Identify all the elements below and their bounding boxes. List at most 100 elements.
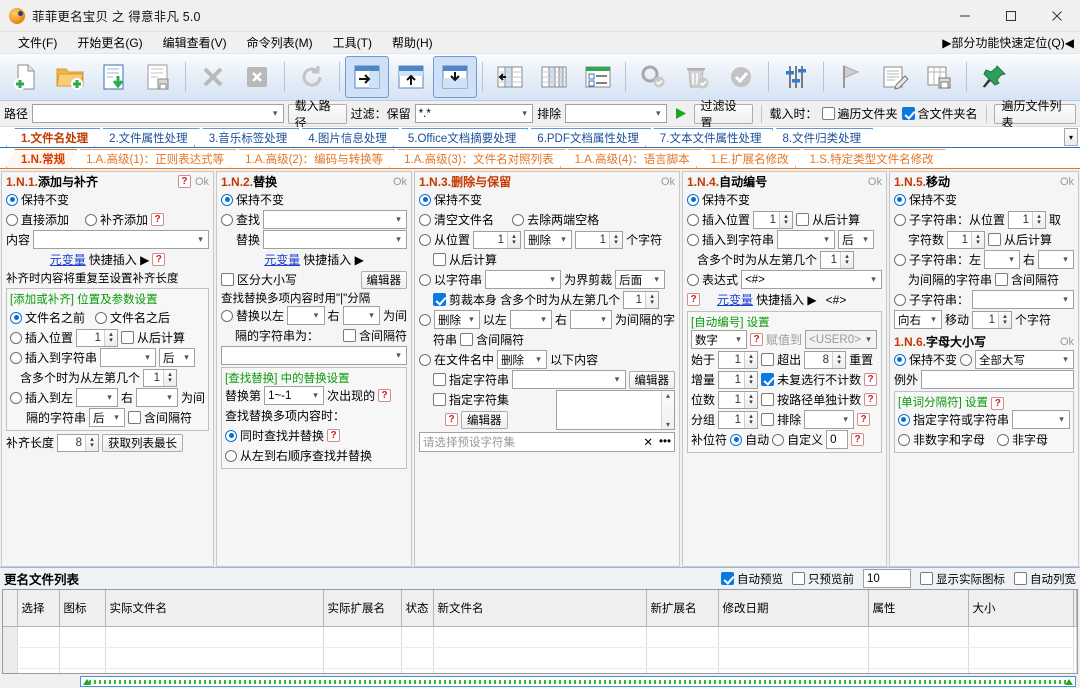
panel5-from-end-checkbox[interactable]: 从后计算 [988, 231, 1052, 248]
chevron-down-icon[interactable]: ▾ [309, 307, 324, 324]
chevron-down-icon[interactable]: ▾ [1058, 251, 1073, 268]
menu-tools[interactable]: 工具(T) [323, 33, 382, 52]
tab-file-classify[interactable]: 8.文件归类处理 [767, 128, 873, 147]
chevron-down-icon[interactable]: ▾ [651, 105, 666, 122]
move-direction-combo[interactable]: 向右 ▾ [894, 310, 942, 329]
col-path[interactable]: 路径 [1073, 590, 1077, 627]
char-count-spinner[interactable]: 1 ▴▾ [575, 231, 623, 249]
radio-non-alpha[interactable] [997, 434, 1009, 446]
tab-office-summary[interactable]: 5.Office文档摘要处理 [393, 128, 528, 147]
menu-help[interactable]: 帮助(H) [382, 33, 443, 52]
refresh-icon[interactable] [290, 56, 334, 98]
radio-keep[interactable] [687, 194, 699, 206]
flag-icon[interactable] [829, 56, 873, 98]
minimize-button[interactable] [942, 0, 988, 32]
radio-after-name[interactable] [95, 312, 107, 324]
between-left-combo[interactable]: ▾ [984, 250, 1020, 269]
assign-target-combo[interactable]: <USER0> ▾ [805, 330, 877, 349]
radio-keep[interactable] [6, 194, 18, 206]
tab-filename-processing[interactable]: 1.文件名处理 [6, 128, 100, 147]
tab-text-attributes[interactable]: 7.文本文件属性处理 [645, 128, 774, 147]
pad-length-spinner[interactable]: 8 ▴▾ [57, 434, 99, 452]
help-icon[interactable]: ? [851, 433, 864, 446]
tab-music-tags[interactable]: 3.音乐标签处理 [194, 128, 300, 147]
radio-keep[interactable] [221, 194, 233, 206]
help-icon[interactable]: ? [151, 213, 164, 226]
panel4-keep-row[interactable]: 保持不变 [687, 190, 882, 209]
radio-insert-between[interactable] [10, 392, 22, 404]
remove-all-icon[interactable] [235, 56, 279, 98]
spinner-arrows[interactable]: ▴▾ [998, 312, 1011, 328]
help-icon[interactable]: ? [178, 175, 191, 188]
exclude-combo[interactable]: ▾ [565, 104, 667, 123]
panel2-keep-row[interactable]: 保持不变 [221, 190, 407, 209]
editor-button-1[interactable]: 编辑器 [629, 371, 676, 389]
chevron-down-icon[interactable]: ▾ [556, 231, 571, 248]
pad-custom-input[interactable]: 0 [826, 430, 848, 449]
spinner-arrows[interactable]: ▴▾ [744, 412, 757, 428]
chevron-down-icon[interactable]: ▾ [517, 105, 532, 122]
menu-start-rename[interactable]: 开始更名(G) [67, 33, 152, 52]
radio-expression[interactable] [687, 274, 699, 286]
chevron-down-icon[interactable]: ▾ [1058, 291, 1073, 308]
include-folder-names-checkbox[interactable]: 含文件夹名 [902, 105, 978, 122]
sep-side-combo[interactable]: 后 ▾ [89, 408, 125, 427]
radio-keep[interactable] [894, 194, 906, 206]
panel3-include-sep-checkbox[interactable]: 含间隔符 [460, 331, 524, 348]
in-name-action-combo[interactable]: 删除 ▾ [497, 350, 547, 369]
digits-value-spinner[interactable]: 1 ▴▾ [718, 391, 758, 409]
between-left-combo[interactable]: ▾ [510, 310, 552, 329]
col-icon[interactable]: 图标 [59, 590, 105, 627]
start-value-spinner[interactable]: 1 ▴▾ [718, 351, 758, 369]
col-size[interactable]: 大小 [968, 590, 1073, 627]
from-position-spinner[interactable]: 1 ▴▾ [473, 231, 521, 249]
chevron-down-icon[interactable]: ▾ [926, 311, 941, 328]
charset-listbox[interactable]: ▴▾ [556, 390, 675, 430]
help-icon[interactable]: ? [857, 413, 870, 426]
spinner-arrows[interactable]: ▴▾ [744, 392, 757, 408]
substring-position-spinner[interactable]: 1 ▴▾ [1008, 211, 1046, 229]
insert-to-string-combo[interactable]: ▾ [100, 348, 156, 367]
panel3-cut-self-checkbox[interactable]: 剪裁本身 [433, 291, 497, 308]
clear-icon[interactable]: ✕ [643, 435, 659, 449]
multi-index-spinner[interactable]: 1 ▴▾ [623, 291, 659, 309]
radio-pad-auto[interactable] [730, 434, 742, 446]
chevron-down-icon[interactable]: ▾ [391, 211, 406, 228]
radio-trim-spaces[interactable] [512, 214, 524, 226]
chevron-down-icon[interactable]: ▾ [308, 387, 323, 404]
tab-image-info[interactable]: 4.图片信息处理 [293, 128, 399, 147]
remove-icon[interactable] [191, 56, 235, 98]
help-icon[interactable]: ? [327, 429, 340, 442]
radio-insert-to-string[interactable] [10, 352, 22, 364]
chevron-down-icon[interactable]: ▾ [102, 389, 117, 406]
radio-pad-add[interactable] [85, 214, 97, 226]
chevron-down-icon[interactable]: ▾ [731, 331, 746, 348]
search-icon[interactable] [631, 56, 675, 98]
col-actual-filename[interactable]: 实际文件名 [105, 590, 323, 627]
spinner-arrows[interactable]: ▴▾ [779, 212, 792, 228]
listbox-scrollbar[interactable]: ▴▾ [661, 391, 674, 429]
panel1-include-sep-checkbox[interactable]: 含间隔符 [128, 409, 192, 426]
panel4-no-count-checkbox[interactable]: 未复选行不计数 [761, 371, 861, 388]
panel5-include-sep-checkbox[interactable]: 含间隔符 [995, 271, 1059, 288]
step-value-spinner[interactable]: 1 ▴▾ [718, 371, 758, 389]
overflow-value-spinner[interactable]: 8 ▴▾ [804, 351, 846, 369]
panel5-keep-row[interactable]: 保持不变 [894, 190, 1074, 209]
editor-button-2[interactable]: 编辑器 [461, 411, 508, 429]
subtab-advanced-1[interactable]: 1.A.高级(1)：正则表达式等 [71, 149, 236, 168]
multi-index-spinner[interactable]: 1 ▴▾ [820, 251, 854, 269]
panel4-exclude-checkbox[interactable]: 排除 [761, 411, 801, 428]
new-file-icon[interactable] [4, 56, 48, 98]
panel1-keep-row[interactable]: 保持不变 [6, 190, 209, 209]
insert-to-string-combo[interactable]: ▾ [777, 230, 835, 249]
panel3-spec-string-checkbox[interactable]: 指定字符串 [433, 371, 509, 388]
chevron-down-icon[interactable]: ▾ [391, 231, 406, 248]
file-list-grid[interactable]: 选择 图标 实际文件名 实际扩展名 状态 新文件名 新扩展名 修改日期 属性 大… [2, 589, 1078, 674]
group-value-spinner[interactable]: 1 ▴▾ [718, 411, 758, 429]
subtab-extension-edit[interactable]: 1.E.扩展名修改 [696, 149, 801, 168]
radio-by-string[interactable] [419, 274, 431, 286]
spinner-arrows[interactable]: ▴▾ [840, 252, 853, 268]
chevron-down-icon[interactable]: ▾ [596, 311, 611, 328]
auto-width-checkbox[interactable]: 自动列宽 [1014, 571, 1076, 587]
insert-position-spinner[interactable]: 1 ▴▾ [76, 329, 118, 347]
